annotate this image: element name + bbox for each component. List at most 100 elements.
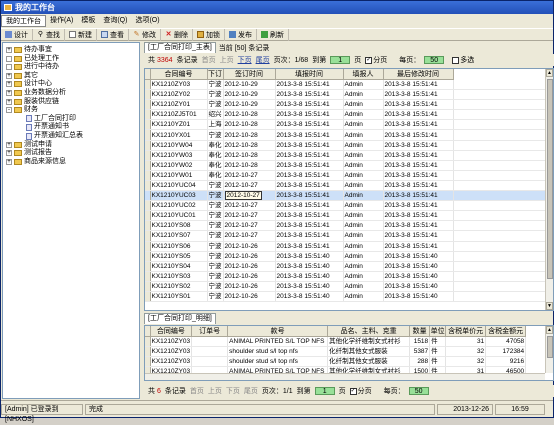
tree-item[interactable]: + 待办事宜 (6, 46, 52, 54)
next-page-link[interactable]: 下页 (226, 386, 240, 396)
table-cell[interactable]: 2013-3-8 15:51:41 (275, 109, 344, 121)
table-cell[interactable]: 2013-3-8 15:51:41 (275, 220, 344, 232)
search-button[interactable]: ⚲ 查找 (33, 28, 65, 41)
table-cell[interactable]: 2013-3-8 15:51:41 (383, 99, 454, 111)
table-cell[interactable]: 2013-3-8 15:51:41 (383, 190, 454, 202)
page-input[interactable]: 1 (314, 387, 335, 395)
per-page-input[interactable]: 50 (408, 387, 429, 395)
table-cell[interactable]: 32 (445, 356, 487, 368)
detail-vscrollbar[interactable]: ▲ (545, 326, 553, 373)
table-cell[interactable]: 2013-3-8 15:51:40 (275, 261, 344, 272)
table-cell[interactable]: Admin (343, 210, 384, 222)
menu-workbench[interactable]: 我的工作台 (1, 15, 46, 27)
table-cell[interactable]: 2013-3-8 15:51:41 (383, 160, 454, 171)
tree-item[interactable]: + 业务数据分析 (6, 89, 66, 97)
tree-item[interactable]: 进行中待办 (6, 63, 59, 71)
table-cell[interactable]: 2013-3-8 15:51:41 (383, 230, 454, 242)
delete-button[interactable]: ✕ 删除 (161, 28, 193, 41)
table-cell[interactable]: 2013-3-8 15:51:41 (275, 79, 344, 91)
table-cell[interactable]: 2012-10-29 (223, 79, 276, 91)
table-cell[interactable]: 2012-10-29 (223, 89, 276, 101)
table-cell[interactable]: 2013-3-8 15:51:41 (275, 140, 344, 151)
table-cell[interactable]: 2013-3-8 15:51:40 (275, 271, 344, 282)
edit-button[interactable]: ✎ 修改 (129, 28, 161, 41)
table-cell[interactable]: ANIMAL PRINTED S/L TOP NFS (227, 336, 329, 348)
table-cell[interactable]: 2013-3-8 15:51:41 (275, 99, 344, 111)
table-cell[interactable]: KX1210YX01 (150, 129, 208, 141)
table-cell[interactable]: 2013-3-8 15:51:40 (275, 291, 344, 303)
table-cell[interactable]: Admin (343, 129, 384, 141)
table-cell[interactable]: 2012-10-28 (223, 140, 276, 151)
table-cell[interactable]: 宁波 (207, 89, 224, 101)
table-cell[interactable]: 2013-3-8 15:51:41 (383, 109, 454, 121)
column-header[interactable]: 款号 (227, 326, 329, 337)
table-cell[interactable]: 2013-3-8 15:51:41 (383, 210, 454, 222)
table-cell[interactable]: 2013-3-8 15:51:41 (275, 150, 344, 161)
page-input[interactable]: 1 (330, 56, 351, 64)
table-cell[interactable]: 宁波 (207, 190, 224, 202)
table-cell[interactable]: 2013-3-8 15:51:41 (383, 129, 454, 141)
table-cell[interactable]: KX1210YS08 (150, 220, 208, 232)
first-page-link[interactable]: 首页 (190, 386, 204, 396)
table-cell[interactable]: 2012-10-29 (223, 99, 276, 111)
table-cell[interactable]: Admin (343, 160, 384, 171)
table-row[interactable]: KX1210YUC02 宁波 2012-10-27 2013-3-8 15:51:41… (145, 200, 550, 212)
table-row[interactable]: KX1210ZY03 宁波 2012-10-29 2013-3-8 15:51:41 A… (145, 79, 550, 91)
expand-toggle-icon[interactable]: + (6, 98, 12, 105)
table-cell[interactable]: KX1210ZY03 (150, 79, 208, 91)
table-cell[interactable]: 2013-3-8 15:51:41 (383, 180, 454, 192)
table-cell[interactable]: 其他化学纤维制女式衬衫 (327, 336, 411, 348)
tree-item[interactable]: - 财务 (6, 106, 38, 114)
table-cell[interactable]: 上海 (207, 119, 224, 131)
column-header[interactable]: 合同编号 (150, 326, 193, 337)
table-cell[interactable]: Admin (343, 89, 384, 101)
table-cell[interactable]: KX1210ZY03 (150, 336, 193, 348)
column-header[interactable]: 单位 (429, 326, 447, 337)
table-cell[interactable]: 2012-10-28 (223, 119, 276, 131)
paging-checkbox[interactable]: ✓ (365, 56, 373, 64)
table-cell[interactable]: 件 (429, 346, 447, 358)
table-cell[interactable]: 172384 (485, 346, 527, 358)
table-cell[interactable]: KX1210YZ01 (150, 119, 208, 131)
table-cell[interactable]: KX1210ZJ5T01 (150, 109, 208, 121)
tree-item[interactable]: + 商品来源信息 (6, 158, 66, 166)
column-header[interactable]: 含税单价元 (445, 326, 487, 337)
table-cell[interactable]: Admin (343, 79, 384, 91)
table-cell[interactable]: 47058 (485, 336, 527, 348)
table-cell[interactable]: KX1210ZY01 (150, 99, 208, 111)
paging-checkbox[interactable]: ✓ (349, 387, 357, 395)
table-cell[interactable]: 2012-10-27 (223, 170, 276, 181)
table-cell[interactable]: 2013-3-8 15:51:40 (383, 291, 454, 303)
new-button[interactable]: 新建 (65, 28, 97, 41)
tree-item[interactable]: 已处理工作 (6, 55, 59, 63)
detail-scroll-thumb[interactable] (547, 336, 553, 358)
table-cell[interactable]: 2012-10-27 (223, 200, 276, 212)
table-row[interactable]: KX1210YZ01 上海 2012-10-28 2013-3-8 15:51:41 A… (145, 119, 550, 131)
last-page-link[interactable]: 尾页 (256, 55, 270, 65)
table-row[interactable]: KX1210YUC04 宁波 2012-10-27 2013-3-8 15:51:41… (145, 180, 550, 192)
first-page-link[interactable]: 首页 (202, 55, 216, 65)
table-row[interactable]: KX1210YS03 宁波 2012-10-26 2013-3-8 15:51:40 A… (145, 271, 550, 282)
prev-page-link[interactable]: 上页 (220, 55, 234, 65)
table-cell[interactable]: 件 (429, 356, 447, 368)
column-header[interactable]: 填报人 (343, 69, 384, 80)
expand-toggle-icon[interactable]: + (6, 81, 12, 88)
table-cell[interactable]: 宁波 (207, 180, 224, 192)
table-cell[interactable]: 绍兴 (207, 109, 224, 121)
table-cell[interactable]: Admin (343, 271, 384, 282)
design-button[interactable]: 设计 (1, 28, 33, 41)
table-cell[interactable]: KX1210YS05 (150, 251, 208, 262)
table-cell[interactable]: 288 (409, 356, 431, 368)
table-cell[interactable] (191, 346, 229, 358)
table-cell[interactable]: KX1210YW03 (150, 150, 208, 161)
table-cell[interactable]: KX1210YW01 (150, 170, 208, 181)
table-cell[interactable]: Admin (343, 251, 384, 262)
table-row[interactable]: KX1210ZY03 shoulder stud s/l top nfs 化纤制其他… (145, 346, 527, 358)
next-page-link[interactable]: 下页 (238, 55, 252, 65)
multi-select-checkbox[interactable] (452, 56, 460, 64)
table-cell[interactable]: 2012-10-26 (223, 251, 276, 262)
table-row[interactable]: KX1210YS06 宁波 2012-10-26 2013-3-8 15:51:41 A… (145, 241, 550, 252)
table-cell[interactable]: 奉化 (207, 150, 224, 161)
table-cell[interactable]: Admin (343, 170, 384, 181)
table-cell[interactable]: 2013-3-8 15:51:40 (383, 261, 454, 272)
